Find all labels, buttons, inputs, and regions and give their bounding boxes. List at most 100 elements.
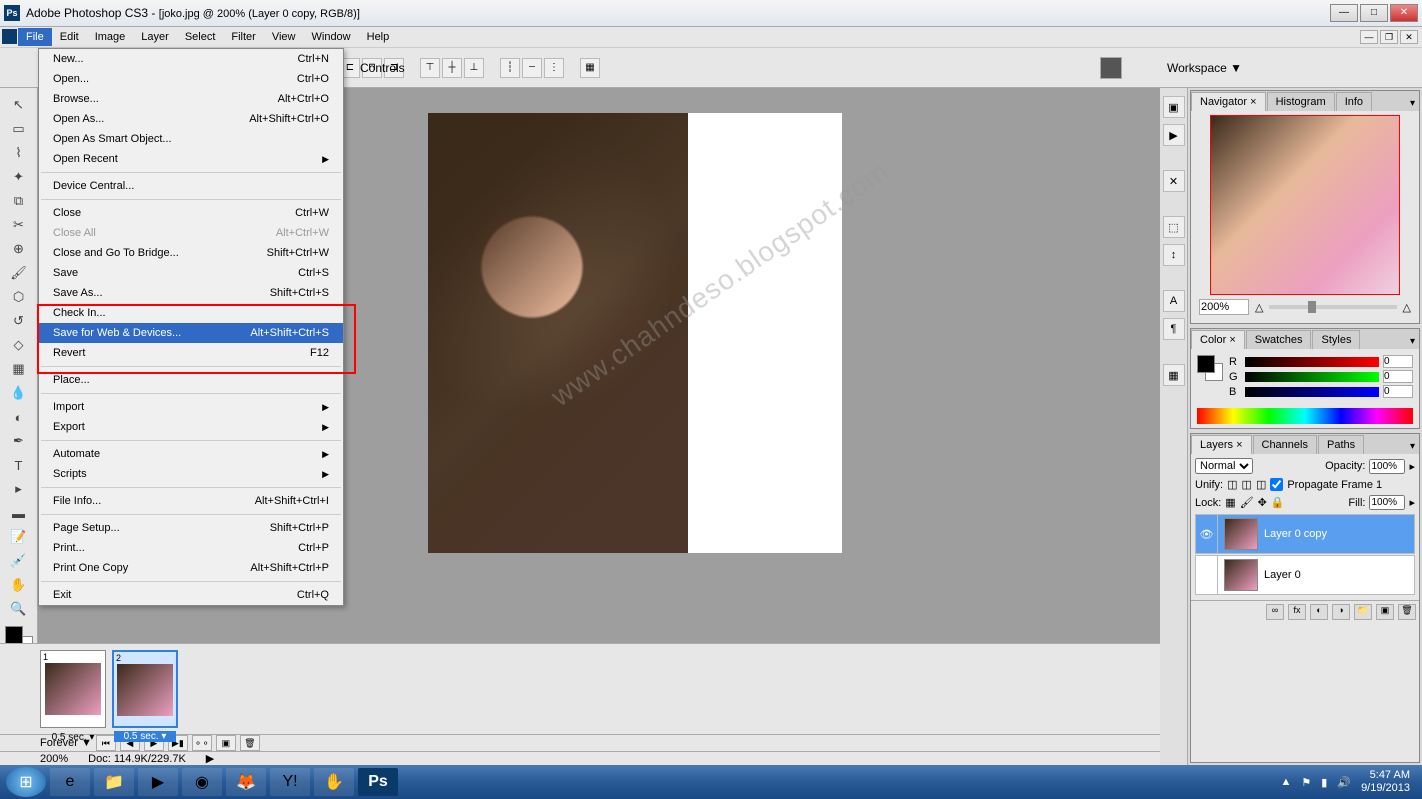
file-menu-place[interactable]: Place...	[39, 370, 343, 390]
menu-help[interactable]: Help	[359, 28, 398, 46]
type-tool-icon[interactable]: T	[7, 454, 31, 476]
blend-mode-select[interactable]: Normal	[1195, 458, 1253, 474]
close-button[interactable]: ✕	[1390, 4, 1418, 22]
file-menu-open-as-smart-object[interactable]: Open As Smart Object...	[39, 129, 343, 149]
lock-position-icon[interactable]: ✥	[1258, 496, 1267, 509]
file-menu-file-info[interactable]: File Info...Alt+Shift+Ctrl+I	[39, 491, 343, 511]
menu-window[interactable]: Window	[304, 28, 359, 46]
strip-icon-6[interactable]: A	[1163, 290, 1185, 312]
brush-tool-icon[interactable]: 🖌	[7, 262, 31, 284]
new-layer-icon[interactable]: ▣	[1376, 604, 1394, 620]
align-top-icon[interactable]: ⊤	[420, 58, 440, 78]
eyedropper-tool-icon[interactable]: 💉	[7, 550, 31, 572]
visibility-eye-icon[interactable]	[1196, 556, 1218, 594]
healing-tool-icon[interactable]: ⊕	[7, 238, 31, 260]
visibility-eye-icon[interactable]: 👁	[1196, 515, 1218, 553]
tab-channels[interactable]: Channels	[1253, 435, 1317, 454]
panel-menu-icon[interactable]: ▾	[1406, 334, 1419, 349]
mdi-minimize-button[interactable]: —	[1360, 30, 1378, 44]
align-middle-icon[interactable]: ┼	[442, 58, 462, 78]
file-menu-new[interactable]: New...Ctrl+N	[39, 49, 343, 69]
tab-info[interactable]: Info	[1336, 92, 1372, 111]
taskbar-explorer-icon[interactable]: 📁	[94, 768, 134, 796]
taskbar-clock[interactable]: 5:47 AM 9/19/2013	[1361, 769, 1410, 795]
lock-pixels-icon[interactable]: 🖌	[1240, 496, 1254, 509]
gradient-tool-icon[interactable]: ▦	[7, 358, 31, 380]
file-menu-close-and-go-to-bridge[interactable]: Close and Go To Bridge...Shift+Ctrl+W	[39, 243, 343, 263]
r-slider[interactable]	[1245, 357, 1379, 367]
panel-menu-icon[interactable]: ▾	[1406, 96, 1419, 111]
link-layers-icon[interactable]: ∞	[1266, 604, 1284, 620]
delete-layer-icon[interactable]: 🗑	[1398, 604, 1416, 620]
tab-histogram[interactable]: Histogram	[1267, 92, 1335, 111]
mdi-restore-button[interactable]: ❐	[1380, 30, 1398, 44]
menu-view[interactable]: View	[264, 28, 304, 46]
eraser-tool-icon[interactable]: ◇	[7, 334, 31, 356]
stamp-tool-icon[interactable]: ⬡	[7, 286, 31, 308]
move-tool-icon[interactable]: ↖	[7, 94, 31, 116]
zoom-in-icon[interactable]: △	[1403, 301, 1411, 314]
file-menu-close-all[interactable]: Close AllAlt+Ctrl+W	[39, 223, 343, 243]
duplicate-frame-icon[interactable]: ▣	[216, 735, 236, 751]
minimize-button[interactable]: —	[1330, 4, 1358, 22]
file-menu-exit[interactable]: ExitCtrl+Q	[39, 585, 343, 605]
panel-menu-icon[interactable]: ▾	[1406, 439, 1419, 454]
unify-icon-2[interactable]: ◫	[1242, 478, 1252, 491]
strip-icon-7[interactable]: ¶	[1163, 318, 1185, 340]
path-select-icon[interactable]: ▸	[7, 478, 31, 500]
tab-layers[interactable]: Layers ×	[1191, 435, 1252, 454]
taskbar-chrome-icon[interactable]: ◉	[182, 768, 222, 796]
file-menu-open-as[interactable]: Open As...Alt+Shift+Ctrl+O	[39, 109, 343, 129]
distribute-v-icon[interactable]: ┄	[522, 58, 542, 78]
tween-icon[interactable]: ⚬⚬	[192, 735, 212, 751]
menu-file[interactable]: File	[18, 28, 52, 46]
unify-icon-3[interactable]: ◫	[1256, 478, 1266, 491]
tab-swatches[interactable]: Swatches	[1246, 330, 1312, 349]
pen-tool-icon[interactable]: ✒	[7, 430, 31, 452]
adjustment-layer-icon[interactable]: ◑	[1332, 604, 1350, 620]
file-menu-open[interactable]: Open...Ctrl+O	[39, 69, 343, 89]
file-menu-save-for-web-devices[interactable]: Save for Web & Devices...Alt+Shift+Ctrl+…	[39, 323, 343, 343]
marquee-tool-icon[interactable]: ▭	[7, 118, 31, 140]
taskbar-firefox-icon[interactable]: 🦊	[226, 768, 266, 796]
layer-mask-icon[interactable]: ◐	[1310, 604, 1328, 620]
go-to-bridge-icon[interactable]	[1100, 57, 1122, 79]
b-input[interactable]	[1383, 385, 1413, 398]
fill-flyout-icon[interactable]: ▸	[1409, 496, 1415, 509]
file-menu-automate[interactable]: Automate▶	[39, 444, 343, 464]
crop-tool-icon[interactable]: ⧉	[7, 190, 31, 212]
maximize-button[interactable]: □	[1360, 4, 1388, 22]
file-menu-save[interactable]: SaveCtrl+S	[39, 263, 343, 283]
tab-styles[interactable]: Styles	[1312, 330, 1360, 349]
strip-icon-4[interactable]: ⬚	[1163, 216, 1185, 238]
r-input[interactable]	[1383, 355, 1413, 368]
blur-tool-icon[interactable]: 💧	[7, 382, 31, 404]
b-slider[interactable]	[1245, 387, 1379, 397]
lock-transparent-icon[interactable]: ▦	[1225, 496, 1235, 509]
taskbar-ie-icon[interactable]: e	[50, 768, 90, 796]
lock-all-icon[interactable]: 🔒	[1271, 496, 1285, 509]
distribute-3-icon[interactable]: ⋮	[544, 58, 564, 78]
file-menu-export[interactable]: Export▶	[39, 417, 343, 437]
dodge-tool-icon[interactable]: ◐	[7, 406, 31, 428]
workspace-button[interactable]: Workspace ▼	[1167, 61, 1242, 75]
wand-tool-icon[interactable]: ✦	[7, 166, 31, 188]
layer-fx-icon[interactable]: fx	[1288, 604, 1306, 620]
file-menu-print[interactable]: Print...Ctrl+P	[39, 538, 343, 558]
g-input[interactable]	[1383, 370, 1413, 383]
taskbar-wmp-icon[interactable]: ▶	[138, 768, 178, 796]
animation-frame[interactable]: 20.5 sec. ▾	[112, 650, 178, 728]
file-menu-revert[interactable]: RevertF12	[39, 343, 343, 363]
strip-icon-1[interactable]: ▣	[1163, 96, 1185, 118]
file-menu-import[interactable]: Import▶	[39, 397, 343, 417]
file-menu-print-one-copy[interactable]: Print One CopyAlt+Shift+Ctrl+P	[39, 558, 343, 578]
slice-tool-icon[interactable]: ✂	[7, 214, 31, 236]
file-menu-browse[interactable]: Browse...Alt+Ctrl+O	[39, 89, 343, 109]
strip-icon-2[interactable]: ▶	[1163, 124, 1185, 146]
auto-align-icon[interactable]: ▦	[580, 58, 600, 78]
strip-icon-3[interactable]: ✕	[1163, 170, 1185, 192]
taskbar-photoshop-icon[interactable]: Ps	[358, 768, 398, 796]
zoom-slider[interactable]	[1269, 305, 1396, 309]
taskbar-yahoo-icon[interactable]: Y!	[270, 768, 310, 796]
tray-up-icon[interactable]: ▲	[1281, 776, 1292, 788]
